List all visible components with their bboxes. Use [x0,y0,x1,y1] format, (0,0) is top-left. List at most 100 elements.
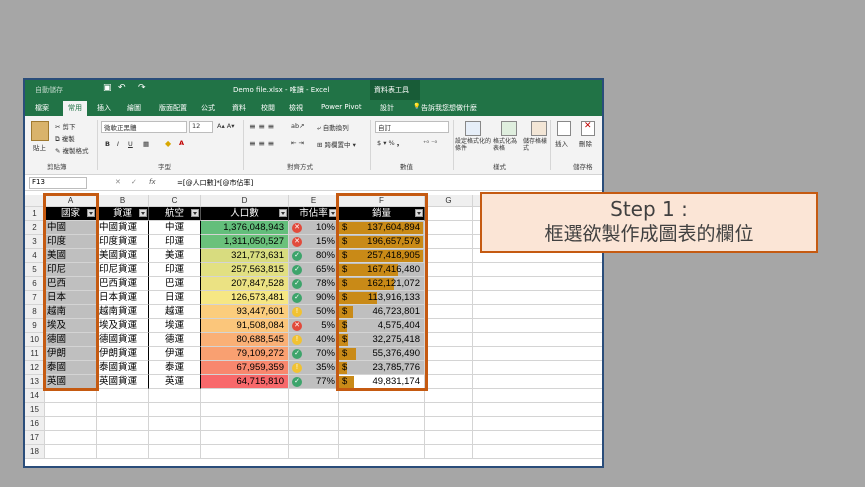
table-cell-cargo[interactable]: 巴西貨運 [97,277,149,291]
table-cell-cargo[interactable]: 埃及貨運 [97,319,149,333]
cell[interactable] [289,403,339,417]
table-cell-share[interactable]: ✓ 77% [289,375,339,389]
decimal-icon[interactable]: ⁺⁰ ⁻⁰ [423,139,437,147]
cell[interactable] [425,361,473,375]
italic-button[interactable]: I [117,140,119,148]
cell[interactable] [201,417,289,431]
table-cell-air[interactable]: 中運 [149,221,201,235]
table-cell-cargo[interactable]: 中國貨運 [97,221,149,235]
cell[interactable] [289,389,339,403]
conditional-format-button[interactable]: 設定格式化的條件 [455,138,491,152]
cell[interactable] [425,417,473,431]
cell[interactable] [473,305,602,319]
cell[interactable] [425,403,473,417]
column-header-D[interactable]: D [201,195,289,207]
table-cell-population[interactable]: 257,563,815 [201,263,289,277]
cell-styles-icon[interactable] [531,121,547,136]
cell[interactable] [45,445,97,459]
cell[interactable] [425,249,473,263]
delete-cells-icon[interactable]: ✕ [581,121,595,136]
row-header[interactable]: 18 [25,445,45,459]
table-cell-share[interactable]: ✓ 90% [289,291,339,305]
tab-8[interactable]: 檢視 [289,103,303,113]
cell[interactable] [149,445,201,459]
row-header[interactable]: 15 [25,403,45,417]
cell[interactable] [45,431,97,445]
row-header[interactable]: 2 [25,221,45,235]
cell[interactable] [97,403,149,417]
cell[interactable] [425,221,473,235]
table-cell-population[interactable]: 321,773,631 [201,249,289,263]
cell[interactable] [425,291,473,305]
table-cell-air[interactable]: 德運 [149,333,201,347]
cell[interactable] [97,417,149,431]
table-cell-cargo[interactable]: 德國貨運 [97,333,149,347]
table-cell-population[interactable]: 67,959,359 [201,361,289,375]
cell[interactable] [425,235,473,249]
cell[interactable] [473,403,602,417]
font-size-select[interactable]: 12 [189,121,213,133]
bold-button[interactable]: B [105,140,110,148]
table-cell-air[interactable]: 日運 [149,291,201,305]
column-header-C[interactable]: C [149,195,201,207]
tab-9[interactable]: Power Pivot [321,103,362,111]
table-cell-cargo[interactable]: 越南貨運 [97,305,149,319]
cell[interactable] [425,305,473,319]
row-header[interactable]: 4 [25,249,45,263]
tell-me-search[interactable]: 告訴我您想做什麼 [421,103,477,113]
fill-color-icon[interactable]: ◆ [165,139,171,148]
font-grow-icon[interactable]: A▴ A▾ [217,122,235,130]
cell[interactable] [45,403,97,417]
cell[interactable] [425,389,473,403]
currency-icon[interactable]: $ ▾ % ❟ [377,139,399,148]
cell[interactable] [149,389,201,403]
table-cell-air[interactable]: 泰運 [149,361,201,375]
cell[interactable] [339,445,425,459]
tab-1[interactable]: 常用 [63,101,87,117]
table-cell-air[interactable]: 伊運 [149,347,201,361]
table-cell-population[interactable]: 91,508,084 [201,319,289,333]
row-header[interactable]: 17 [25,431,45,445]
row-header[interactable]: 11 [25,347,45,361]
table-cell-population[interactable]: 64,715,810 [201,375,289,389]
cell[interactable] [97,445,149,459]
table-header-cell[interactable]: 人口數 [201,207,289,221]
row-header[interactable]: 13 [25,375,45,389]
cell[interactable] [473,389,602,403]
row-header[interactable]: 10 [25,333,45,347]
row-header[interactable]: 16 [25,417,45,431]
row-header[interactable]: 1 [25,207,45,221]
table-cell-share[interactable]: ✕ 10% [289,221,339,235]
cell[interactable] [425,347,473,361]
cell[interactable] [473,319,602,333]
cell[interactable] [425,207,473,221]
redo-icon[interactable]: ↷ [138,83,146,93]
row-header[interactable]: 9 [25,319,45,333]
cut-button[interactable]: ✂ 剪下 [55,121,76,131]
filter-dropdown-icon[interactable] [191,209,199,217]
cell[interactable] [339,403,425,417]
insert-cells-button[interactable]: 插入 [555,138,568,148]
table-cell-air[interactable]: 印運 [149,235,201,249]
underline-button[interactable]: U [128,140,133,148]
table-cell-cargo[interactable]: 印尼貨運 [97,263,149,277]
table-cell-population[interactable]: 1,311,050,527 [201,235,289,249]
table-cell-population[interactable]: 79,109,272 [201,347,289,361]
filter-dropdown-icon[interactable] [279,209,287,217]
cell[interactable] [97,431,149,445]
table-cell-cargo[interactable]: 美國貨運 [97,249,149,263]
undo-icon[interactable]: ↶ [118,83,126,93]
cell[interactable] [425,333,473,347]
cell[interactable] [201,431,289,445]
column-header-B[interactable]: B [97,195,149,207]
table-cell-cargo[interactable]: 伊朗貨運 [97,347,149,361]
wrap-text-button[interactable]: ⤶ 自動換列 [317,122,349,133]
tab-3[interactable]: 繪圖 [127,103,141,113]
conditional-format-icon[interactable] [465,121,481,136]
cell[interactable] [201,445,289,459]
tab-5[interactable]: 公式 [201,103,215,113]
cell[interactable] [425,277,473,291]
tab-4[interactable]: 版面配置 [159,103,187,113]
number-format-select[interactable]: 自訂 [375,121,449,133]
cell[interactable] [289,417,339,431]
